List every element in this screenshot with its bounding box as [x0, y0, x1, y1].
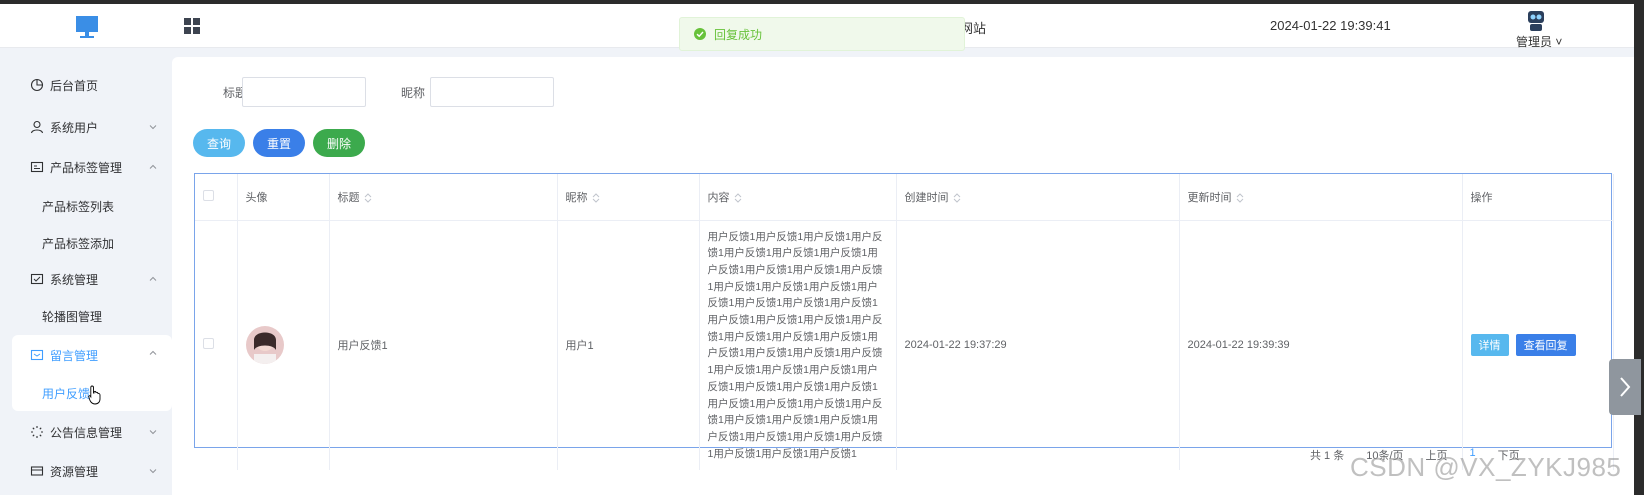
sidebar-subitem-tag-list[interactable]: 产品标签列表 — [12, 189, 172, 223]
app-grid-icon[interactable] — [183, 17, 201, 35]
chevron-right-icon — [1620, 377, 1631, 397]
dashboard-icon — [30, 78, 44, 92]
row-select-cell — [195, 220, 238, 471]
sidebar-item-label: 系统用户 — [50, 120, 99, 135]
row-actions: 详情 查看回复 — [1462, 220, 1614, 471]
row-content: 用户反馈1用户反馈1用户反馈1用户反馈1用户反馈1用户反馈1用户反馈1用户反馈1… — [699, 220, 897, 471]
row-updated-time: 2024-01-22 19:39:39 — [1179, 220, 1463, 471]
robot-avatar-icon — [1523, 7, 1549, 33]
delete-button[interactable]: 删除 — [313, 129, 365, 157]
hand-cursor-icon — [88, 385, 101, 405]
reset-button[interactable]: 重置 — [253, 129, 305, 157]
chevron-down-icon — [149, 125, 157, 130]
user-avatar[interactable] — [1523, 7, 1549, 33]
chevron-down-icon: ˅ — [1555, 35, 1563, 49]
resource-icon — [30, 466, 44, 476]
row-avatar[interactable] — [245, 326, 284, 365]
sidebar-subitem-label: 产品标签列表 — [42, 199, 115, 214]
sidebar: 后台首页 系统用户 产品标签管理 产品标签列表 产品标签添加 系统管理 轮播图管… — [0, 55, 172, 495]
sidebar-item-label: 产品标签管理 — [50, 160, 123, 175]
sort-icon[interactable] — [1236, 193, 1244, 203]
sidebar-item-label: 后台首页 — [50, 78, 99, 93]
next-panel-button[interactable] — [1609, 359, 1641, 415]
select-all-cell — [195, 174, 238, 221]
column-header-actions: 操作 — [1462, 174, 1614, 221]
sidebar-item-label: 资源管理 — [50, 464, 99, 479]
sidebar-item-label: 留言管理 — [50, 348, 99, 363]
column-header-label: 操作 — [1470, 191, 1493, 204]
success-toast: 回复成功 — [679, 17, 965, 51]
column-header-label: 头像 — [245, 191, 268, 204]
watermark: CSDN @VX_ZYKJ985 — [1350, 452, 1622, 482]
column-header-label: 更新时间 — [1187, 191, 1232, 204]
system-icon — [30, 273, 44, 285]
sidebar-item-notices[interactable]: 公告信息管理 — [12, 414, 172, 450]
chevron-down-icon — [149, 469, 157, 474]
sidebar-subitem-label: 用户反馈 — [42, 386, 91, 401]
column-header-label: 标题 — [337, 191, 360, 204]
view-reply-button[interactable]: 查看回复 — [1515, 334, 1576, 357]
select-all-checkbox[interactable] — [203, 189, 214, 201]
title-filter-input[interactable] — [242, 77, 366, 107]
sidebar-item-resources[interactable]: 资源管理 — [12, 453, 172, 489]
column-header-label: 昵称 — [565, 191, 588, 204]
query-button[interactable]: 查询 — [193, 129, 245, 157]
row-title: 用户反馈1 — [329, 220, 558, 471]
row-avatar-cell — [237, 220, 330, 471]
sort-icon[interactable] — [734, 193, 742, 203]
chevron-up-icon — [149, 276, 157, 281]
column-header-avatar: 头像 — [237, 174, 330, 221]
monitor-logo-icon — [76, 16, 98, 38]
user-menu[interactable]: 管理员 ˅ — [1516, 33, 1562, 50]
chevron-up-icon — [149, 350, 157, 355]
sidebar-item-label: 系统管理 — [50, 272, 99, 287]
user-icon — [30, 120, 44, 134]
sort-icon[interactable] — [364, 193, 372, 203]
avatar-photo-icon — [245, 326, 284, 365]
column-header-created[interactable]: 创建时间 — [896, 174, 1180, 221]
row-nickname: 用户1 — [557, 220, 700, 471]
sidebar-subitem-label: 产品标签添加 — [42, 236, 115, 251]
pagination-total: 共 1 条 — [1310, 450, 1345, 462]
nickname-filter-label: 昵称 — [401, 86, 426, 100]
column-header-label: 内容 — [707, 191, 730, 204]
sidebar-item-dashboard[interactable]: 后台首页 — [12, 67, 172, 103]
window-right-border — [1634, 0, 1644, 495]
feedback-table: 头像 标题 昵称 内容 创建时间 更新时间 操作 用户反馈1 用户1 用户反馈1… — [194, 173, 1614, 471]
sidebar-item-system-manage[interactable]: 系统管理 — [12, 261, 172, 297]
row-created-time: 2024-01-22 19:37:29 — [896, 220, 1180, 471]
column-header-label: 创建时间 — [904, 191, 949, 204]
message-icon — [30, 349, 44, 361]
column-header-title[interactable]: 标题 — [329, 174, 558, 221]
toast-message: 回复成功 — [714, 27, 763, 42]
sidebar-item-label: 公告信息管理 — [50, 425, 123, 440]
current-datetime: 2024-01-22 19:39:41 — [1270, 18, 1391, 33]
sidebar-item-system-users[interactable]: 系统用户 — [12, 109, 172, 145]
main-panel: 标题 昵称 查询 重置 删除 头像 标题 昵称 内容 创建时间 更新时间 操作 — [172, 57, 1634, 495]
tag-icon — [30, 161, 44, 173]
sidebar-subitem-label: 轮播图管理 — [42, 309, 103, 324]
sidebar-item-product-tags[interactable]: 产品标签管理 — [12, 149, 172, 185]
user-name-label: 管理员 — [1516, 35, 1553, 49]
sidebar-item-messages[interactable]: 留言管理 — [12, 335, 172, 375]
row-checkbox[interactable] — [203, 338, 214, 350]
sort-icon[interactable] — [592, 193, 600, 203]
sidebar-subitem-carousel[interactable]: 轮播图管理 — [12, 299, 172, 333]
sidebar-subitem-tag-add[interactable]: 产品标签添加 — [12, 226, 172, 260]
chevron-down-icon — [149, 430, 157, 435]
check-circle-icon — [694, 28, 706, 40]
table-header-row: 头像 标题 昵称 内容 创建时间 更新时间 操作 — [195, 174, 1614, 221]
sort-icon[interactable] — [953, 193, 961, 203]
detail-button[interactable]: 详情 — [1470, 334, 1509, 357]
column-header-content[interactable]: 内容 — [699, 174, 897, 221]
column-header-nickname[interactable]: 昵称 — [557, 174, 700, 221]
nickname-filter-input[interactable] — [430, 77, 554, 107]
notice-icon — [31, 426, 43, 438]
column-header-updated[interactable]: 更新时间 — [1179, 174, 1463, 221]
chevron-up-icon — [149, 164, 157, 169]
table-row: 用户反馈1 用户1 用户反馈1用户反馈1用户反馈1用户反馈1用户反馈1用户反馈1… — [195, 220, 1614, 471]
